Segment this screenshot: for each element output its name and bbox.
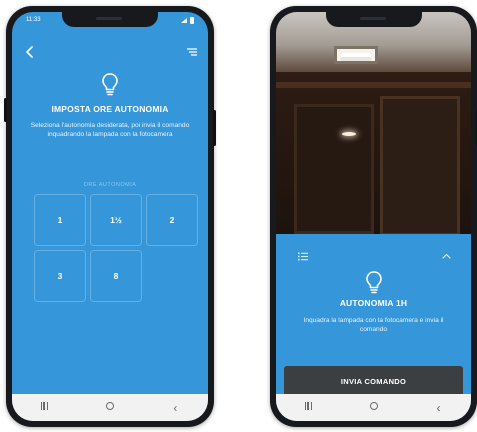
notch xyxy=(325,12,422,27)
list-icon[interactable] xyxy=(298,252,308,261)
autonomy-description: Inquadra la lampada con la fotocamera e … xyxy=(303,317,444,333)
recent-apps-icon[interactable] xyxy=(33,402,57,413)
home-icon[interactable] xyxy=(362,402,386,413)
status-icons xyxy=(181,16,194,24)
chevron-up-icon[interactable] xyxy=(442,253,451,259)
page-title: IMPOSTA ORE AUTONOMIA xyxy=(51,104,169,114)
page-description: Seleziona l'autonomia desiderata, poi in… xyxy=(30,122,190,138)
back-icon[interactable]: ‹ xyxy=(427,401,451,415)
camera-door xyxy=(294,104,374,234)
option-3h[interactable]: 3 xyxy=(34,250,86,302)
option-1-5h[interactable]: 1½ xyxy=(90,194,142,246)
signal-icon xyxy=(181,17,187,23)
section-label: ORE AUTONOMIA xyxy=(83,182,137,188)
command-panel: AUTONOMIA 1H Inquadra la lampada con la … xyxy=(276,234,471,421)
power-button xyxy=(213,110,216,146)
system-navbar: ‹ xyxy=(12,394,208,421)
phone-frame-right: AUTONOMIA 1H Inquadra la lampada con la … xyxy=(270,6,477,427)
system-navbar: ‹ xyxy=(276,394,471,421)
autonomy-title: AUTONOMIA 1H xyxy=(339,298,408,308)
chevron-left-icon[interactable] xyxy=(24,46,36,58)
camera-door-frame xyxy=(380,96,460,234)
screen-camera-send: AUTONOMIA 1H Inquadra la lampada con la … xyxy=(276,12,471,421)
notch xyxy=(62,12,158,27)
option-1h[interactable]: 1 xyxy=(34,194,86,246)
battery-icon xyxy=(190,16,194,24)
screen-set-autonomy: 11:33 IMPOSTA ORE AUTONOMIA Seleziona l'… xyxy=(12,12,208,421)
camera-spotlight xyxy=(342,132,356,136)
option-8h[interactable]: 8 xyxy=(90,250,142,302)
camera-beam xyxy=(276,82,471,88)
home-icon[interactable] xyxy=(98,402,122,413)
phone-frame-left: 11:33 IMPOSTA ORE AUTONOMIA Seleziona l'… xyxy=(4,6,216,427)
menu-icon[interactable] xyxy=(186,46,198,58)
lightbulb-icon xyxy=(365,271,382,294)
status-time: 11:33 xyxy=(26,17,41,23)
lightbulb-icon xyxy=(102,73,118,96)
back-icon[interactable]: ‹ xyxy=(163,401,187,415)
send-command-button[interactable]: INVIA COMANDO xyxy=(284,366,463,396)
camera-viewfinder xyxy=(276,12,471,234)
recent-apps-icon[interactable] xyxy=(297,402,321,413)
option-2h[interactable]: 2 xyxy=(146,194,198,246)
volume-button xyxy=(4,98,7,122)
emergency-lamp xyxy=(334,46,378,64)
